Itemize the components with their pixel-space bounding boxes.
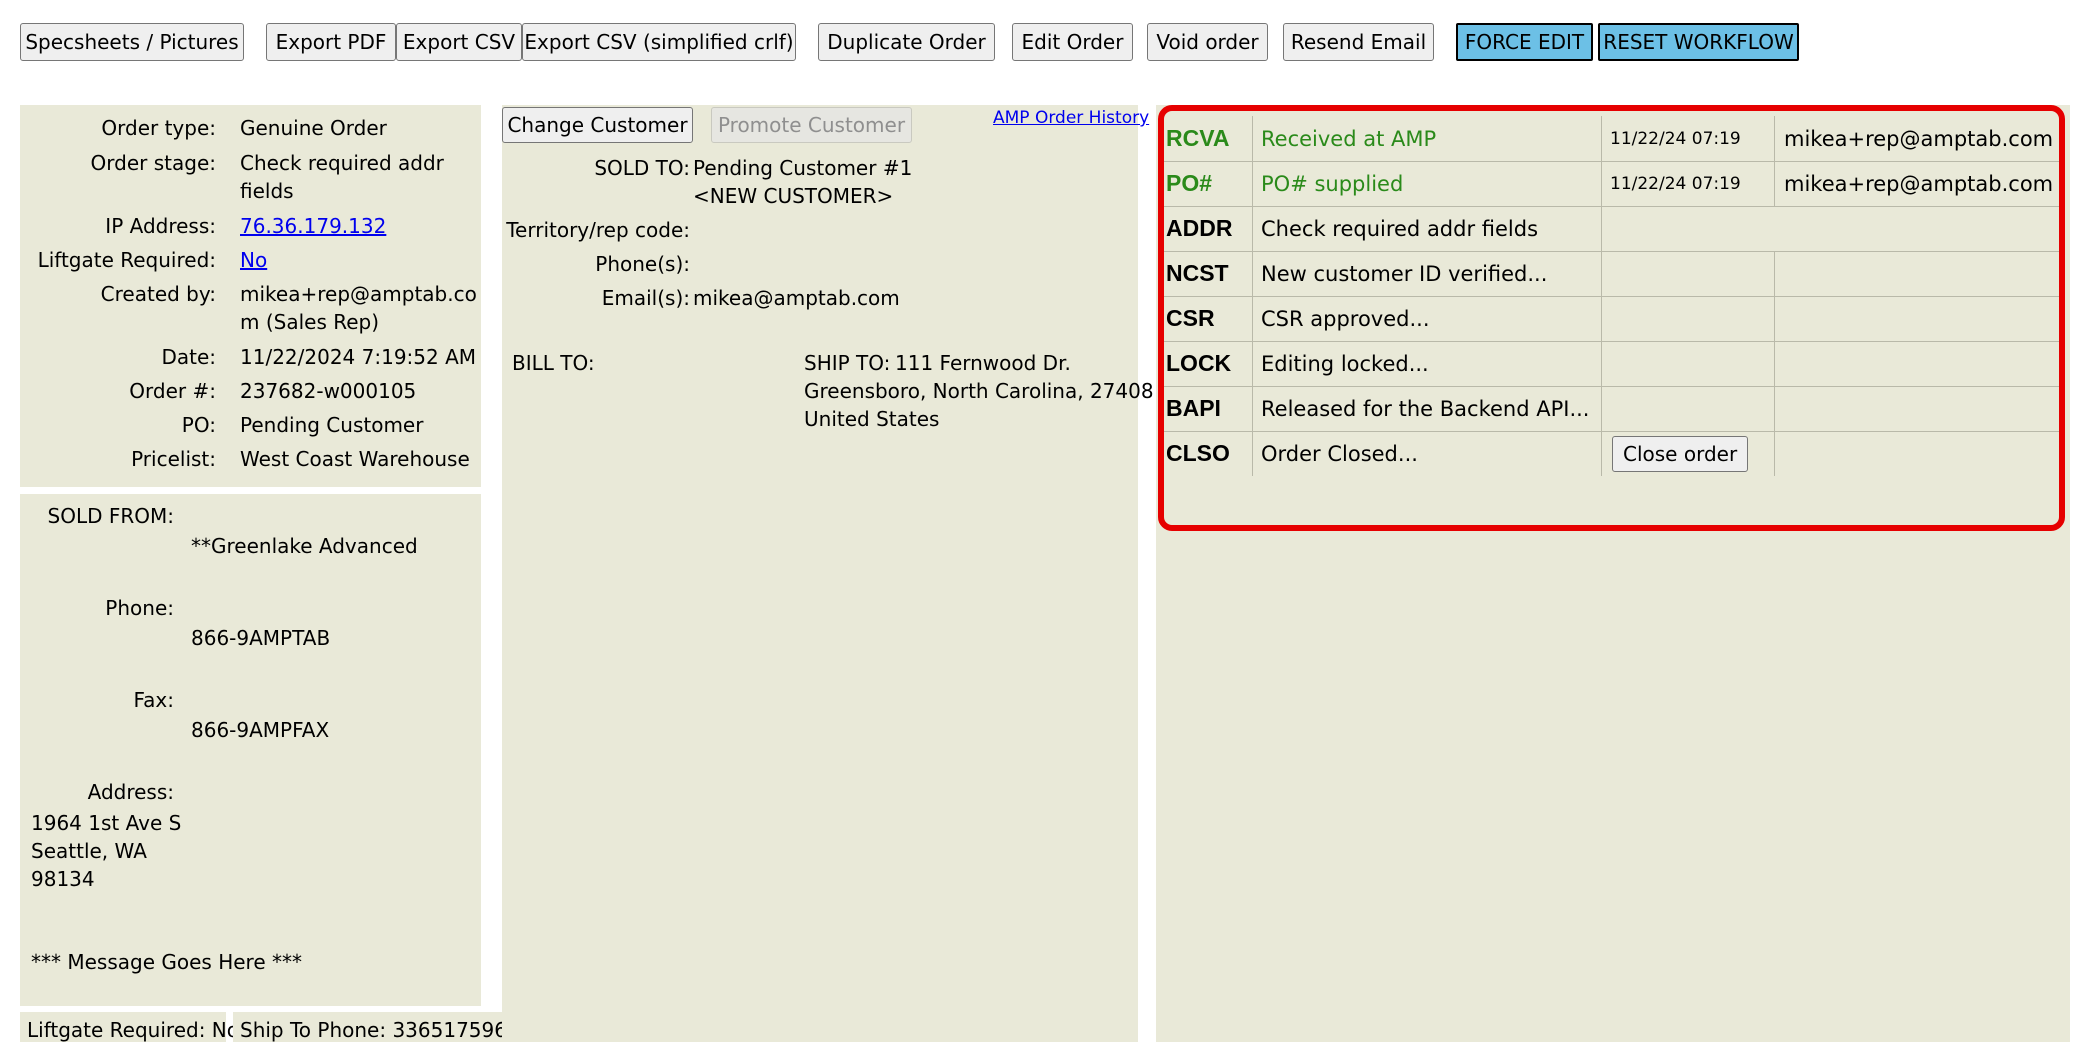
address-label: Address: xyxy=(87,780,174,804)
workflow-highlight-frame xyxy=(1158,105,2065,531)
ship-to-line-2: Greensboro, North Carolina, 27408 xyxy=(804,379,1154,403)
order-stage-label: Order stage: xyxy=(90,151,216,175)
po-value: Pending Customer xyxy=(240,413,424,437)
message-text: *** Message Goes Here *** xyxy=(31,950,302,974)
order-number-label: Order #: xyxy=(129,379,216,403)
export-csv-simplified-button[interactable]: Export CSV (simplified crlf) xyxy=(522,23,796,61)
bill-to-label: BILL TO: xyxy=(512,351,595,375)
sold-from-name: **Greenlake Advanced xyxy=(191,534,418,558)
created-by-value-cont: m (Sales Rep) xyxy=(240,310,380,334)
ship-to-label: SHIP TO: xyxy=(804,351,891,375)
sold-to-label: SOLD TO: xyxy=(594,156,690,180)
ship-to-line-3: United States xyxy=(804,407,940,431)
order-type-label: Order type: xyxy=(101,116,216,140)
order-stage-value-cont: fields xyxy=(240,179,294,203)
promote-customer-button[interactable]: Promote Customer xyxy=(711,107,912,143)
created-by-value: mikea+rep@amptab.co xyxy=(240,282,477,306)
sold-to-status: <NEW CUSTOMER> xyxy=(693,184,894,208)
po-label: PO: xyxy=(181,413,216,437)
export-csv-button[interactable]: Export CSV xyxy=(396,23,522,61)
created-by-label: Created by: xyxy=(100,282,216,306)
liftgate-label: Liftgate Required: xyxy=(37,248,216,272)
order-info-panel: Order type: Genuine Order Order stage: C… xyxy=(20,105,481,487)
date-value: 11/22/2024 7:19:52 AM xyxy=(240,345,477,369)
date-label: Date: xyxy=(161,345,216,369)
specsheets-button[interactable]: Specsheets / Pictures xyxy=(20,23,244,61)
void-order-button[interactable]: Void order xyxy=(1147,23,1268,61)
footer-ship-phone: Ship To Phone: 3365175963 xyxy=(240,1018,520,1042)
address-line-2: Seattle, WA xyxy=(31,839,147,863)
customer-panel: Change Customer Promote Customer AMP Ord… xyxy=(502,105,1154,1042)
phone-label: Phone: xyxy=(105,596,174,620)
pricelist-value: West Coast Warehouse xyxy=(240,447,470,471)
email-value: mikea@amptab.com xyxy=(693,286,900,310)
phones-label: Phone(s): xyxy=(595,252,690,276)
order-type-value: Genuine Order xyxy=(240,116,387,140)
fax-value: 866-9AMPFAX xyxy=(191,718,330,742)
ip-address-label: IP Address: xyxy=(105,214,216,238)
territory-label: Territory/rep code: xyxy=(506,218,690,242)
change-customer-button[interactable]: Change Customer xyxy=(502,107,693,143)
duplicate-order-button[interactable]: Duplicate Order xyxy=(818,23,995,61)
order-stage-value: Check required addr xyxy=(240,151,444,175)
fax-label: Fax: xyxy=(133,688,175,712)
footer-liftgate: Liftgate Required: No xyxy=(27,1018,239,1042)
edit-order-button[interactable]: Edit Order xyxy=(1012,23,1133,61)
ship-to-line-1: 111 Fernwood Dr. xyxy=(895,351,1071,375)
pricelist-label: Pricelist: xyxy=(131,447,216,471)
reset-workflow-button[interactable]: RESET WORKFLOW xyxy=(1598,23,1799,61)
phone-value: 866-9AMPTAB xyxy=(191,626,331,650)
ip-address-link[interactable]: 76.36.179.132 xyxy=(240,214,386,238)
export-pdf-button[interactable]: Export PDF xyxy=(266,23,396,61)
liftgate-link[interactable]: No xyxy=(240,248,267,272)
footer-ship-phone-cell: Ship To Phone: 3365175963 xyxy=(233,1012,520,1042)
amp-order-history-link[interactable]: AMP Order History xyxy=(993,108,1149,128)
address-line-3: 98134 xyxy=(31,867,95,891)
address-line-1: 1964 1st Ave S xyxy=(31,811,182,835)
force-edit-button[interactable]: FORCE EDIT xyxy=(1456,23,1593,61)
sold-to-name: Pending Customer #1 xyxy=(693,156,913,180)
sold-from-panel: SOLD FROM: **Greenlake Advanced Phone: 8… xyxy=(20,494,481,1006)
emails-label: Email(s): xyxy=(601,286,690,310)
resend-email-button[interactable]: Resend Email xyxy=(1283,23,1434,61)
sold-from-label: SOLD FROM: xyxy=(47,504,174,528)
footer-liftgate-cell: Liftgate Required: No xyxy=(20,1012,239,1042)
order-number-value: 237682-w000105 xyxy=(240,379,417,403)
